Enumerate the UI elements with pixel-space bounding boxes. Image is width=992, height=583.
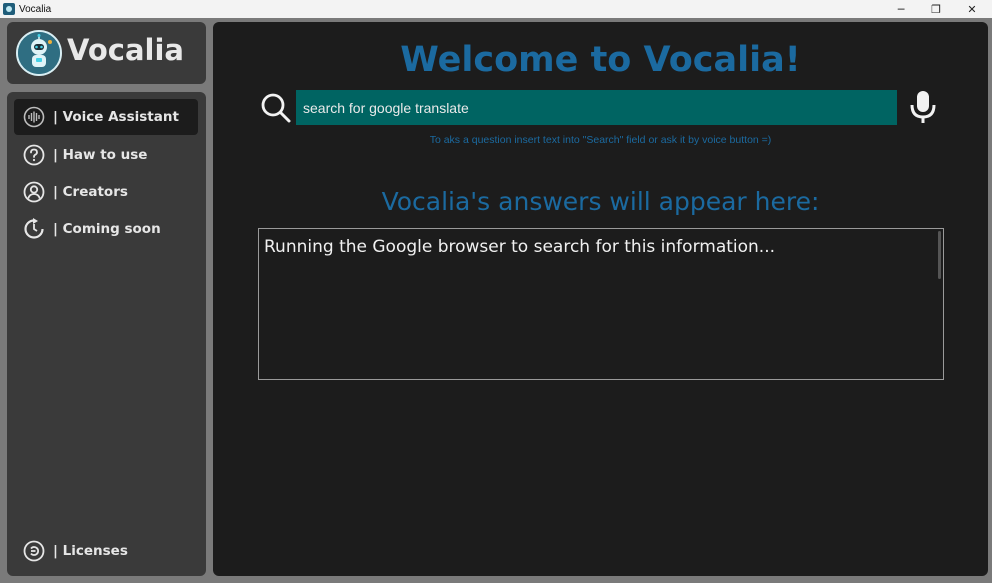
voice-wave-icon: [23, 106, 45, 128]
sidebar-item-coming-soon[interactable]: | Coming soon: [14, 211, 198, 247]
microphone-icon[interactable]: [909, 90, 937, 125]
sidebar-item-voice-assistant[interactable]: | Voice Assistant: [14, 99, 198, 135]
answers-heading: Vocalia's answers will appear here:: [381, 187, 820, 216]
sidebar: | Voice Assistant | Haw to use | Creator…: [7, 92, 206, 576]
logo-panel: Vocalia: [7, 22, 206, 84]
sidebar-item-label: | Voice Assistant: [53, 109, 179, 125]
refresh-icon: [23, 218, 45, 240]
license-icon: [23, 540, 45, 562]
restore-button[interactable]: ❐: [918, 0, 954, 18]
robot-avatar-icon: [16, 30, 62, 76]
answer-scrollbar[interactable]: [938, 231, 941, 279]
search-hint: To aks a question insert text into "Sear…: [429, 134, 772, 146]
search-input[interactable]: [296, 90, 897, 125]
answer-textbox[interactable]: Running the Google browser to search for…: [258, 228, 944, 380]
sidebar-item-label: | Haw to use: [53, 147, 148, 163]
answer-text: Running the Google browser to search for…: [264, 237, 776, 257]
sidebar-item-licenses[interactable]: | Licenses: [14, 533, 198, 569]
page-title: Welcome to Vocalia!: [400, 40, 801, 80]
sidebar-item-how-to-use[interactable]: | Haw to use: [14, 137, 198, 173]
minimize-button[interactable]: ─: [883, 0, 919, 18]
title-bar: Vocalia ─ ❐ ✕: [0, 0, 992, 18]
sidebar-item-label: | Coming soon: [53, 221, 161, 237]
main-panel: Welcome to Vocalia! To aks a question in…: [213, 22, 988, 576]
user-circle-icon: [23, 181, 45, 203]
search-icon[interactable]: [260, 92, 292, 124]
sidebar-item-label: | Licenses: [53, 543, 128, 559]
help-circle-icon: [23, 144, 45, 166]
window-title: Vocalia: [19, 3, 52, 15]
sidebar-item-creators[interactable]: | Creators: [14, 174, 198, 210]
close-button[interactable]: ✕: [954, 0, 990, 18]
app-name: Vocalia: [67, 33, 184, 67]
app-icon: [3, 3, 15, 15]
sidebar-item-label: | Creators: [53, 184, 128, 200]
